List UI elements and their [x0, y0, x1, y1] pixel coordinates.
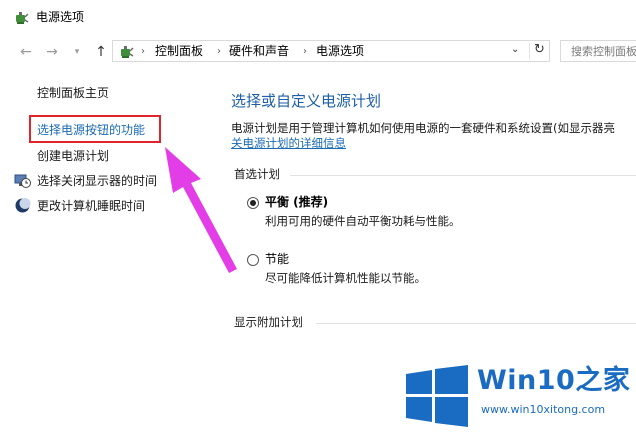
power-saver-plan-description: 尽可能降低计算机性能以节能。 [265, 271, 426, 285]
recent-locations-chevron-icon[interactable]: ▾ [69, 42, 85, 62]
address-divider [529, 43, 530, 59]
address-bar[interactable]: › 控制面板 › 硬件和声音 › 电源选项 ⌄ ↻ [112, 40, 550, 62]
display-clock-icon [14, 174, 31, 188]
section-divider [290, 175, 636, 176]
radio-selected-dot [250, 200, 256, 206]
windows-logo-icon [406, 365, 468, 427]
show-additional-plans-toggle[interactable]: 显示附加计划 [234, 315, 303, 330]
breadcrumb-separator-icon[interactable]: › [303, 44, 307, 59]
refresh-icon[interactable]: ↻ [534, 42, 545, 57]
preferred-plans-label: 首选计划 [234, 167, 280, 181]
control-panel-home-link[interactable]: 控制面板主页 [37, 85, 109, 101]
create-power-plan-link[interactable]: 创建电源计划 [37, 148, 109, 164]
watermark-url: www.win10xitong.com [481, 403, 606, 416]
balanced-plan-name[interactable]: 平衡 (推荐) [265, 194, 328, 210]
search-input[interactable]: 搜索控制面板 [560, 40, 636, 62]
display-off-time-link[interactable]: 选择关闭显示器的时间 [37, 173, 157, 189]
breadcrumb-hardware-sound[interactable]: 硬件和声音 [229, 44, 289, 59]
balanced-plan-radio[interactable] [247, 197, 259, 209]
up-arrow-icon[interactable]: ↑ [93, 42, 109, 62]
choose-power-buttons-link[interactable]: 选择电源按钮的功能 [37, 122, 145, 138]
balanced-plan-description: 利用可用的硬件自动平衡功耗与性能。 [265, 214, 461, 228]
page-description: 电源计划是用于管理计算机如何使用电源的一套硬件和系统设置(如显示器亮 [231, 121, 615, 135]
annotation-arrow-icon [165, 147, 237, 273]
moon-icon [15, 198, 31, 213]
breadcrumb-separator-icon[interactable]: › [217, 44, 221, 59]
power-saver-plan-name[interactable]: 节能 [265, 251, 289, 267]
watermark-brand: Win10之家 [477, 365, 631, 396]
page-title: 选择或自定义电源计划 [231, 92, 382, 110]
forward-arrow-icon[interactable]: → [44, 42, 60, 62]
search-placeholder: 搜索控制面板 [571, 45, 636, 58]
breadcrumb-control-panel[interactable]: 控制面板 [155, 44, 203, 59]
power-saver-plan-radio[interactable] [247, 254, 259, 266]
sleep-time-link[interactable]: 更改计算机睡眠时间 [37, 198, 145, 214]
control-panel-icon [121, 46, 134, 58]
section-divider [316, 323, 636, 324]
power-plan-details-link[interactable]: 关电源计划的详细信息 [231, 136, 346, 151]
power-options-icon [16, 12, 29, 24]
breadcrumb-separator-icon[interactable]: › [141, 44, 145, 59]
chevron-down-icon[interactable]: ⌄ [511, 44, 519, 55]
back-arrow-icon[interactable]: ← [18, 42, 34, 62]
window-title: 电源选项 [36, 10, 85, 24]
breadcrumb-power-options[interactable]: 电源选项 [316, 44, 364, 59]
